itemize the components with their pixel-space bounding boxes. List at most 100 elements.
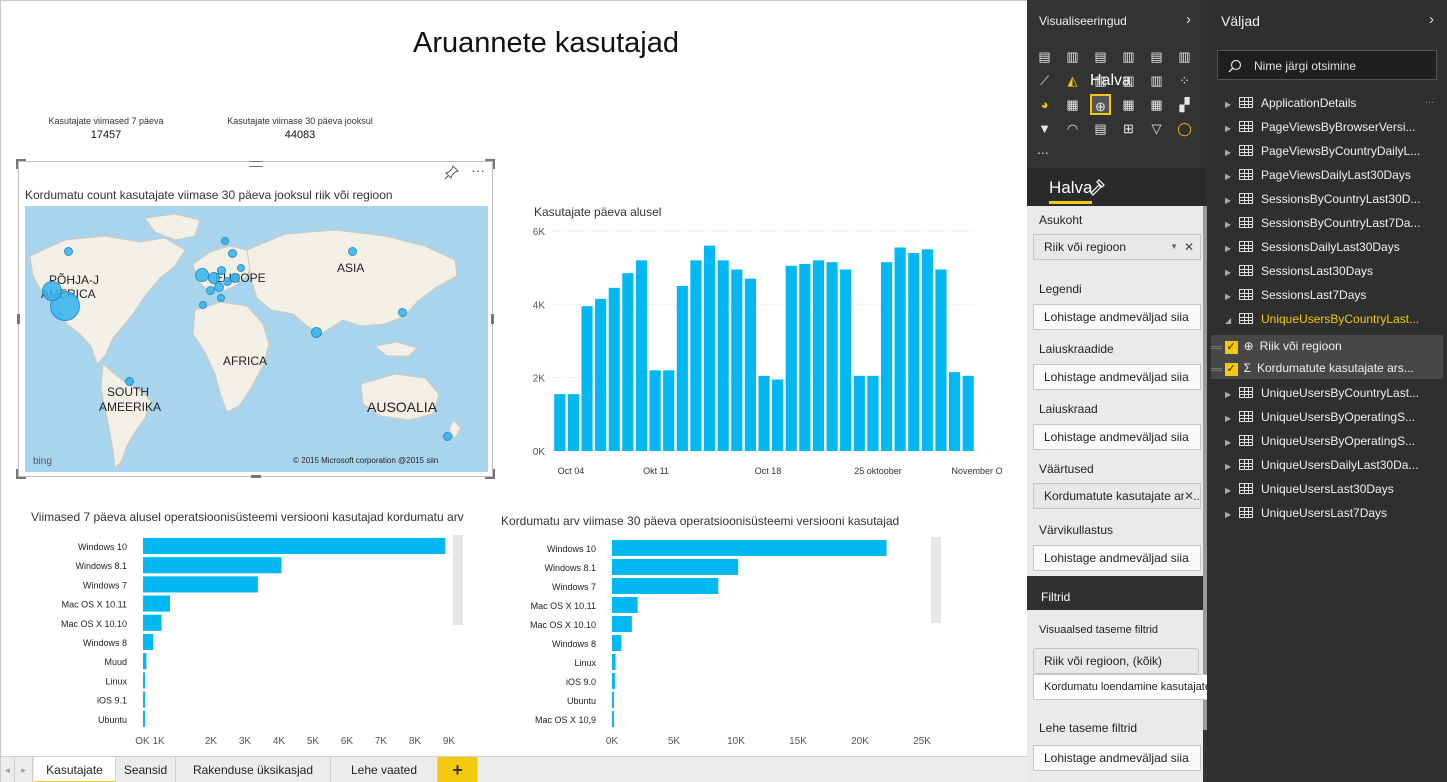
chevron-down-icon[interactable]: ▼ — [1170, 235, 1178, 259]
os-bar[interactable] — [143, 672, 146, 689]
collapse-icon[interactable]: ◢ — [1225, 310, 1237, 332]
expand-icon[interactable]: ▶ — [1225, 384, 1237, 406]
well-latitude[interactable]: Lohistage andmeväljad siia — [1033, 364, 1201, 390]
well-longitude[interactable]: Lohistage andmeväljad siia — [1033, 424, 1201, 450]
os-bar[interactable] — [143, 710, 145, 727]
os-bar[interactable] — [612, 540, 887, 556]
slicer-icon[interactable]: ▽ — [1146, 118, 1167, 139]
map-bubble[interactable] — [64, 247, 73, 256]
daily-bar[interactable] — [635, 260, 648, 451]
chart-scrollbar[interactable] — [453, 535, 463, 625]
ribbon-chart-icon[interactable]: ▥ — [1118, 70, 1139, 91]
daily-bar[interactable] — [880, 262, 893, 451]
os-7-days-chart[interactable]: Windows 10 Windows 8.1 Windows 7 Mac OS X 1… — [21, 529, 471, 751]
scatter-icon[interactable]: ⁘ — [1174, 70, 1195, 91]
field-search-box[interactable]: Nime järgi otsimine — [1217, 50, 1437, 80]
card-users-7-days[interactable]: Kasutajate viimased 7 päeva 17457 — [31, 116, 181, 141]
line-column-icon[interactable]: ▥ — [1090, 70, 1111, 91]
area-chart-icon[interactable]: ◭ — [1062, 70, 1083, 91]
field-table-item[interactable]: ▶ SessionsLast30Days — [1225, 260, 1447, 282]
field-checkbox[interactable]: ✓ — [1224, 341, 1238, 354]
field-table-item[interactable]: ▶ PageViewsByBrowserVersi... — [1225, 116, 1447, 138]
line-chart-icon[interactable]: ⟋ — [1034, 70, 1055, 91]
map-bubble[interactable] — [42, 281, 62, 301]
os-bar[interactable] — [612, 692, 614, 708]
drag-handle-icon[interactable] — [249, 161, 263, 167]
map-bubble[interactable] — [125, 377, 134, 386]
daily-bar[interactable] — [935, 269, 947, 452]
map-bubble[interactable] — [237, 264, 245, 272]
drag-grip-icon[interactable]: ══ — [1211, 365, 1225, 374]
os-bar[interactable] — [143, 691, 145, 708]
paint-roller-icon[interactable] — [1087, 177, 1107, 197]
map-bubble[interactable] — [217, 294, 225, 302]
map-bubble[interactable] — [228, 249, 237, 258]
field-table-item[interactable]: ▶ UniqueUsersByOperatingS... — [1225, 406, 1447, 428]
os-bar[interactable] — [143, 576, 258, 593]
tab-kasutajate[interactable]: Kasutajate — [34, 757, 116, 782]
tab-format[interactable]: Halva — [1049, 178, 1093, 204]
daily-bar[interactable] — [948, 372, 961, 451]
field-table-item[interactable]: ▶ SessionsDailyLast30Days — [1225, 236, 1447, 258]
field-table-item[interactable]: ▶ SessionsLast7Days — [1225, 284, 1447, 306]
os-bar[interactable] — [612, 654, 616, 670]
daily-bar[interactable] — [812, 260, 825, 451]
daily-bar[interactable] — [703, 245, 716, 451]
card-users-30-days[interactable]: Kasutajate viimase 30 päeva jooksul 4408… — [215, 116, 385, 141]
field-table-item[interactable]: ▶ UniqueUsersByCountryLast... — [1225, 382, 1447, 404]
field-table-item[interactable]: ▶ UniqueUsersByOperatingS... — [1225, 430, 1447, 452]
daily-bar[interactable] — [840, 269, 852, 452]
os-bar[interactable] — [612, 635, 622, 651]
daily-bar[interactable] — [676, 286, 688, 451]
daily-bar[interactable] — [663, 370, 675, 451]
remove-field-icon[interactable]: ✕ — [1183, 484, 1194, 508]
tab-scroll-left-icon[interactable]: ◂ — [1, 757, 15, 782]
expand-icon[interactable]: ▶ — [1225, 94, 1237, 116]
add-page-button[interactable]: + — [438, 757, 478, 782]
tab-scroll-right-icon[interactable]: ▸ — [15, 757, 33, 782]
clustered-column-icon[interactable]: ▥ — [1062, 46, 1083, 67]
expand-icon[interactable]: ▶ — [1225, 408, 1237, 430]
field-table-item[interactable]: ▶ UniqueUsersLast7Days — [1225, 502, 1447, 524]
field-checkbox[interactable]: ✓ — [1224, 363, 1238, 376]
map-bubble[interactable] — [398, 308, 407, 317]
well-legend[interactable]: Lohistage andmeväljad siia — [1033, 304, 1201, 330]
stacked-bar-100-icon[interactable]: ▤ — [1090, 46, 1111, 67]
os-bar[interactable] — [143, 537, 446, 555]
map-bubble[interactable] — [443, 432, 452, 441]
os-bar[interactable] — [612, 673, 615, 689]
daily-bar[interactable] — [799, 264, 811, 451]
daily-bar[interactable] — [921, 249, 933, 451]
pie-chart-icon[interactable]: ◕ — [1034, 94, 1055, 115]
well-values[interactable]: Kordumatute kasutajate arv... ✕ — [1033, 483, 1201, 509]
expand-icon[interactable]: ▶ — [1225, 432, 1237, 454]
collapse-viz-pane-icon[interactable]: › — [1186, 11, 1191, 28]
os-bar[interactable] — [612, 559, 739, 575]
os-bar[interactable] — [143, 557, 282, 574]
filter-unique-count[interactable]: Kordumatu loendamine kasutajate viimati.… — [1033, 674, 1223, 700]
daily-bar[interactable] — [649, 370, 661, 451]
expand-icon[interactable]: ▶ — [1225, 238, 1237, 260]
os-bar[interactable] — [612, 597, 638, 613]
os-bar[interactable] — [143, 595, 171, 612]
field-table-item[interactable]: ▶ PageViewsDailyLast30Days — [1225, 164, 1447, 186]
map-bubble[interactable] — [348, 247, 357, 256]
tab-rakenduse[interactable]: Rakenduse üksikasjad — [176, 757, 331, 782]
stacked-bar-icon[interactable]: ▤ — [1034, 46, 1055, 67]
field-table-item[interactable]: ▶ UniqueUsersLast30Days — [1225, 478, 1447, 500]
pin-icon[interactable] — [444, 164, 460, 180]
daily-bar[interactable] — [744, 278, 756, 451]
os-bar[interactable] — [612, 711, 614, 727]
expand-icon[interactable]: ▶ — [1225, 262, 1237, 284]
field-table-item[interactable]: ▶ SessionsByCountryLast7Da... — [1225, 212, 1447, 234]
map-bubble[interactable] — [199, 301, 207, 309]
map-bubble[interactable] — [217, 266, 226, 275]
well-page-filters[interactable]: Lohistage andmeväljad siia — [1033, 745, 1201, 771]
daily-bar[interactable] — [567, 394, 580, 451]
field-table-item[interactable]: ▶ ApplicationDetails — [1225, 92, 1447, 114]
bar-chart-icon[interactable]: ▤ — [1146, 46, 1167, 67]
field-unique-count[interactable]: ══ ✓ Σ Kordumatute kasutajate ars... — [1211, 357, 1443, 379]
field-table-item[interactable]: ▶ PageViewsByCountryDailyL... — [1225, 140, 1447, 162]
daily-bar[interactable] — [894, 247, 906, 452]
funnel-icon[interactable]: ▼ — [1034, 118, 1055, 139]
